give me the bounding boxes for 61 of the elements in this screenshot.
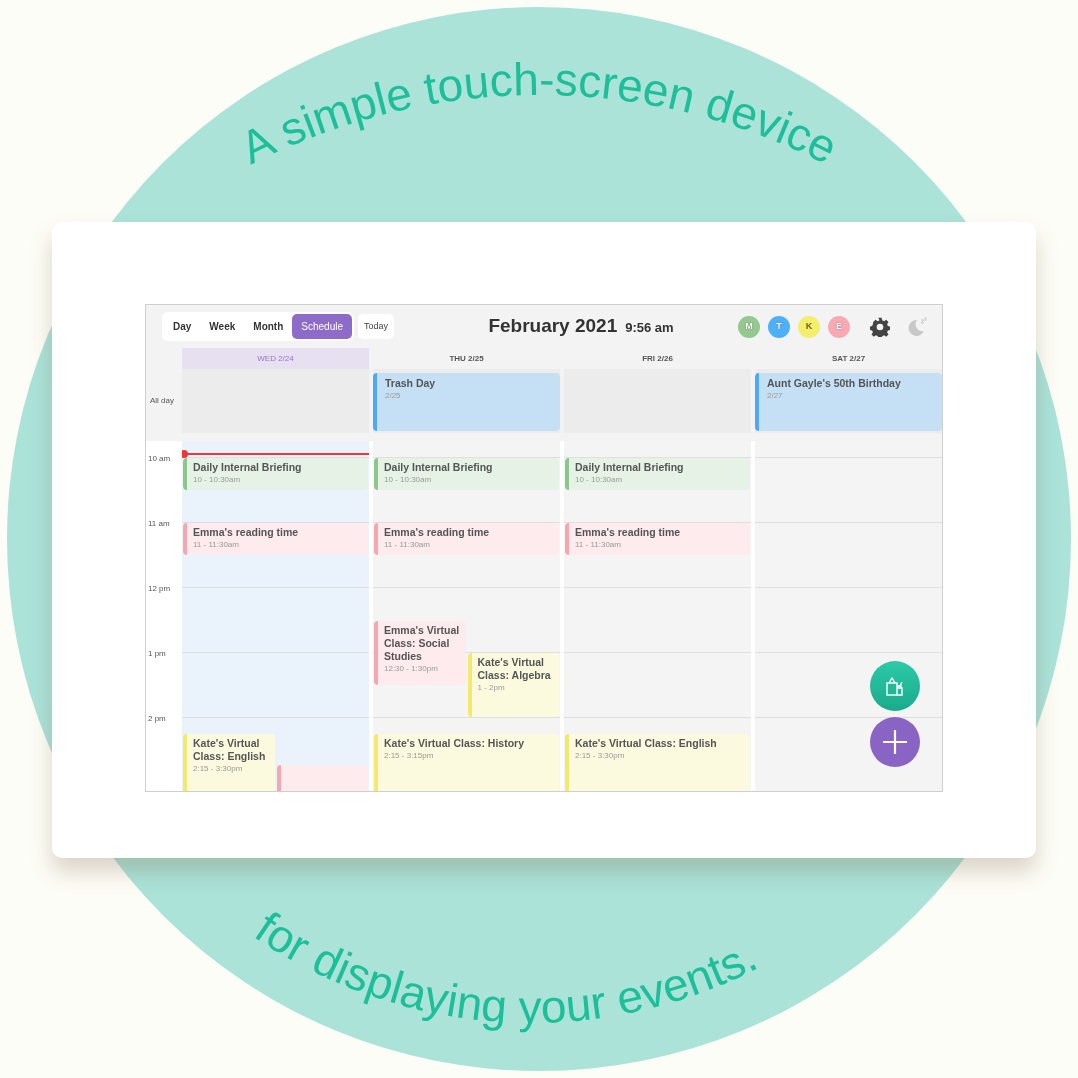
event-card[interactable]: Daily Internal Briefing 10 - 10:30am (374, 458, 559, 490)
view-tab[interactable]: Month (244, 314, 293, 339)
day-header[interactable]: FRI 2/26 (564, 348, 751, 369)
member-avatar[interactable]: K (798, 315, 820, 338)
event-card[interactable]: Kate's Virtual Class: History 2:15 - 3:15pm (374, 734, 559, 791)
event-title: Kate's Virtual Class: Algebra (477, 656, 552, 682)
event-time: 11 - 11:30am (575, 539, 622, 550)
hour-label: 10 am (148, 453, 171, 465)
event-time: 2:15 - 3:30pm (575, 750, 626, 762)
event-card[interactable]: Daily Internal Briefing 10 - 10:30am (183, 458, 368, 490)
event-title: Kate's Virtual Class: English (193, 737, 267, 764)
event-card[interactable]: Kate's Virtual Class: English 2:15 - 3:30pm (565, 734, 750, 791)
event-card[interactable]: Emma's reading time 11 - 11:30am (565, 523, 750, 555)
event-time: 11 - 11:30am (384, 539, 431, 550)
all-day-event[interactable]: Trash Day 2/25 (373, 373, 560, 431)
event-card[interactable]: Emma's reading time 11 - 11:30am (374, 523, 559, 555)
settings-icon[interactable] (870, 316, 890, 337)
event-time: 11 - 11:30am (193, 539, 240, 550)
month-title: February 2021 (488, 314, 618, 339)
event-time: 10 - 10:30am (193, 474, 242, 485)
hour-label: 12 pm (148, 583, 171, 595)
view-tab[interactable]: Schedule (292, 314, 352, 339)
gift-icon (884, 675, 906, 697)
hour-label: 11 am (148, 518, 170, 530)
event-time: 2:15 - 3:30pm (193, 763, 244, 775)
tagline-top: A simple touch-screen device (232, 52, 846, 174)
view-tab[interactable]: Day (164, 314, 201, 339)
view-tab[interactable]: Week (200, 314, 245, 339)
event-title: Daily Internal Briefing (384, 461, 494, 474)
hour-label: 2 pm (148, 713, 166, 725)
event-title: Trash Day (385, 377, 437, 390)
event-card[interactable]: Emma's reading time 11 - 11:30am (183, 523, 368, 555)
event-title: Daily Internal Briefing (193, 461, 303, 474)
event-card[interactable]: Daily Internal Briefing 10 - 10:30am (565, 458, 750, 490)
event-time: 2:15 - 3:15pm (384, 750, 435, 762)
event-date: 2/25 (385, 390, 402, 401)
event-title: Emma's reading time (193, 526, 300, 539)
hour-label: 1 pm (148, 648, 166, 660)
moon-icon[interactable] (906, 316, 928, 337)
today-button[interactable]: Today (358, 313, 395, 340)
event-title: Emma's reading time (575, 526, 682, 539)
event-title: Kate's Virtual Class: English (575, 737, 718, 751)
event-card[interactable]: Kate's Virtual Class: Algebra 1 - 2pm (467, 653, 559, 717)
event-title: Emma's Virtual Class: Social Studies (384, 623, 461, 663)
event-title: Emma's reading time (384, 526, 491, 539)
day-header[interactable]: THU 2/25 (373, 348, 560, 369)
event-time: 1 - 2pm (477, 682, 506, 693)
all-day-label: All day (149, 395, 175, 407)
clock-time: 9:56 am (625, 319, 674, 338)
event-time: 12:30 - 1:30pm (384, 662, 439, 674)
day-header[interactable]: SAT 2/27 (755, 348, 942, 369)
event-card[interactable]: Kate's Virtual Class: English 2:15 - 3:30pm (183, 734, 275, 791)
plus-icon (882, 729, 908, 755)
event-title: Daily Internal Briefing (575, 461, 685, 474)
event-title: Kate's Virtual Class: History (384, 737, 526, 751)
event-date: 2/27 (767, 390, 784, 401)
event-card[interactable]: Emma's Virtual Class: Social Studies 12:30 - 1:30pm (374, 620, 466, 685)
event-time: 10 - 10:30am (384, 474, 433, 485)
all-day-event[interactable]: Aunt Gayle's 50th Birthday 2/27 (755, 373, 942, 431)
event-title: Aunt Gayle's 50th Birthday (767, 377, 902, 390)
event-time: 10 - 10:30am (575, 474, 624, 485)
